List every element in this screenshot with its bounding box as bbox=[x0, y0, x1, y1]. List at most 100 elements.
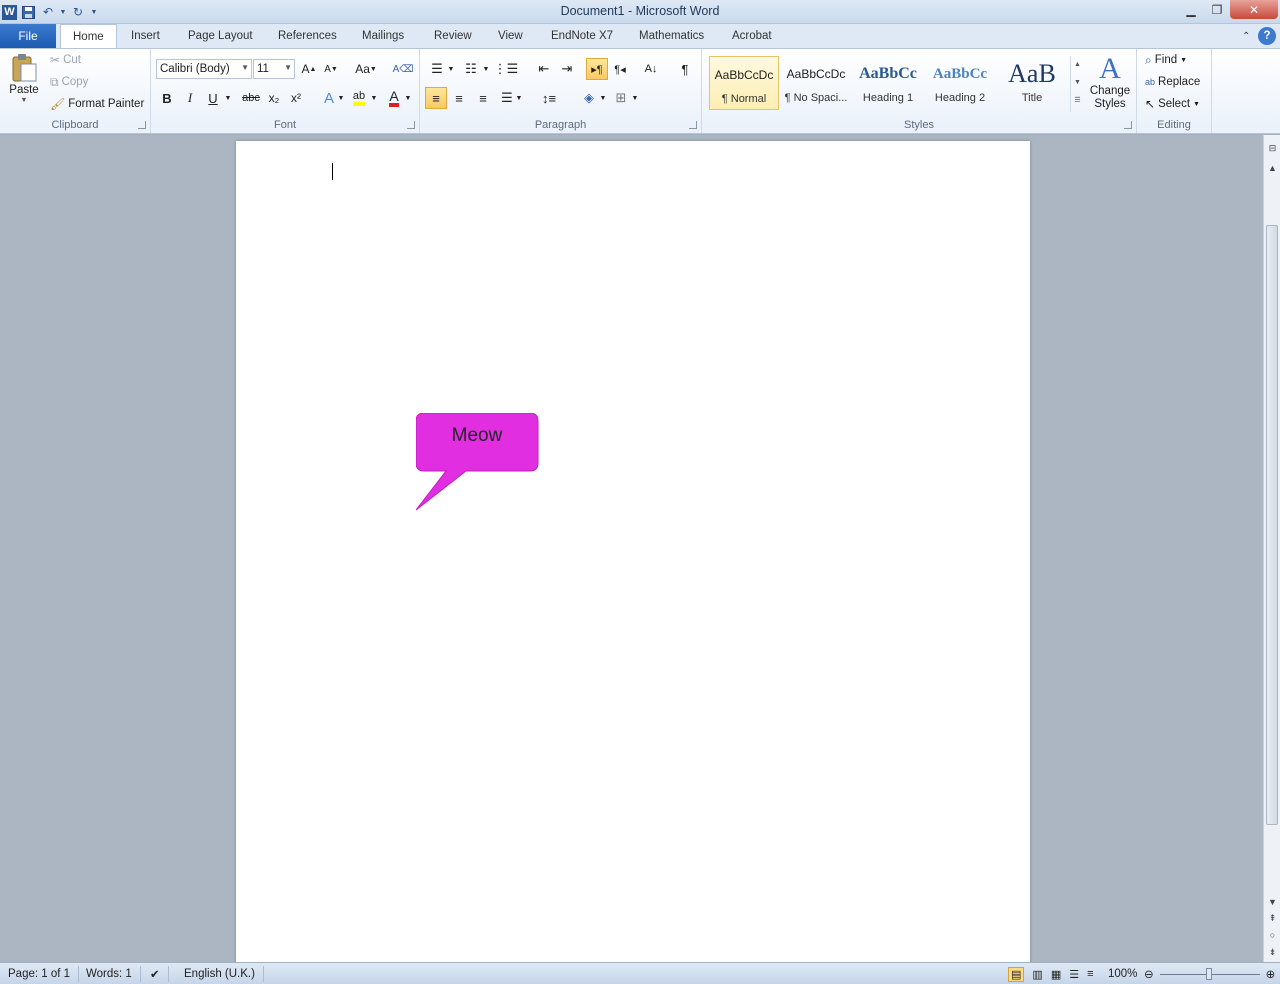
language-indicator[interactable]: English (U.K.) bbox=[184, 966, 264, 982]
subscript-button[interactable]: x₂ bbox=[263, 87, 285, 109]
paste-button[interactable]: Paste ▼ bbox=[6, 53, 42, 104]
align-center-icon[interactable]: ≡ bbox=[448, 87, 470, 109]
minimize-ribbon-icon[interactable]: ⌃ bbox=[1240, 24, 1252, 48]
page-count[interactable]: Page: 1 of 1 bbox=[8, 966, 80, 982]
copy-button[interactable]: ⧉ Copy bbox=[50, 76, 88, 88]
tab-insert[interactable]: Insert bbox=[129, 24, 162, 48]
underline-dropdown-icon[interactable]: ▼ bbox=[223, 87, 233, 109]
sort-icon[interactable]: A↓ bbox=[640, 58, 662, 80]
tab-page-layout[interactable]: Page Layout bbox=[186, 24, 255, 48]
tab-endnote[interactable]: EndNote X7 bbox=[549, 24, 615, 48]
tab-file[interactable]: File bbox=[0, 24, 56, 48]
styles-scroll-up-icon[interactable]: ▲ bbox=[1071, 56, 1084, 74]
shading-dropdown-icon[interactable]: ▼ bbox=[598, 87, 608, 109]
show-formatting-marks-icon[interactable]: ¶ bbox=[674, 58, 696, 80]
zoom-track[interactable] bbox=[1159, 967, 1260, 980]
scrollbar-thumb[interactable] bbox=[1266, 225, 1278, 825]
style-title[interactable]: AaB Title bbox=[997, 56, 1067, 110]
superscript-button[interactable]: x² bbox=[285, 87, 307, 109]
scroll-up-icon[interactable]: ▲ bbox=[1265, 161, 1280, 175]
paste-dropdown-icon[interactable]: ▼ bbox=[21, 97, 28, 104]
tab-mailings[interactable]: Mailings bbox=[360, 24, 406, 48]
borders-icon[interactable]: ⊞ bbox=[610, 87, 632, 109]
zoom-in-icon[interactable]: ⊕ bbox=[1266, 967, 1276, 981]
draft-icon[interactable]: ≡ bbox=[1087, 968, 1093, 980]
paragraph-launcher-icon[interactable] bbox=[689, 121, 697, 129]
proofing-icon[interactable]: ✔ bbox=[150, 966, 169, 982]
find-button[interactable]: ⌕ Find ▼ bbox=[1145, 54, 1187, 66]
increase-indent-icon[interactable]: ⇥ bbox=[556, 58, 578, 80]
close-button[interactable]: ✕ bbox=[1230, 0, 1278, 19]
styles-scroll-down-icon[interactable]: ▼ bbox=[1071, 74, 1084, 92]
vertical-scrollbar[interactable]: ⊟ ▲ ▼ ⇞ ○ ⇟ bbox=[1263, 135, 1280, 962]
right-to-left-icon[interactable]: ¶◂ bbox=[609, 58, 631, 80]
font-color-icon[interactable]: A bbox=[383, 87, 405, 109]
tab-review[interactable]: Review bbox=[432, 24, 474, 48]
format-painter-button[interactable]: 🖌 Format Painter bbox=[50, 98, 144, 110]
font-launcher-icon[interactable] bbox=[407, 121, 415, 129]
change-case-button[interactable]: Aa ▼ bbox=[351, 58, 381, 80]
numbering-icon[interactable]: ☷ bbox=[460, 58, 482, 80]
full-screen-reading-icon[interactable]: ▥ bbox=[1032, 968, 1042, 981]
web-layout-icon[interactable]: ▦ bbox=[1051, 968, 1061, 981]
font-size-combo[interactable]: 11 ▼ bbox=[253, 59, 295, 79]
highlight-icon[interactable]: ab bbox=[348, 87, 370, 109]
underline-button[interactable]: U bbox=[202, 87, 224, 109]
font-size-dropdown-icon[interactable]: ▼ bbox=[284, 63, 292, 72]
strikethrough-button[interactable]: abc bbox=[238, 87, 264, 109]
shrink-font-icon[interactable]: A ▼ bbox=[320, 58, 342, 80]
clear-formatting-icon[interactable]: A⌫ bbox=[392, 58, 414, 80]
tab-references[interactable]: References bbox=[276, 24, 339, 48]
document-page[interactable]: Meow bbox=[236, 141, 1030, 971]
styles-more-icon[interactable]: ☰ bbox=[1071, 92, 1084, 110]
word-count[interactable]: Words: 1 bbox=[86, 966, 141, 982]
borders-dropdown-icon[interactable]: ▼ bbox=[630, 87, 640, 109]
scroll-down-icon[interactable]: ▼ bbox=[1265, 895, 1280, 909]
numbering-dropdown-icon[interactable]: ▼ bbox=[481, 58, 491, 80]
left-to-right-icon[interactable]: ▸¶ bbox=[586, 58, 608, 80]
cut-button[interactable]: ✂ Cut bbox=[50, 54, 81, 66]
style-no-spacing[interactable]: AaBbCcDc ¶ No Spaci... bbox=[781, 56, 851, 110]
font-color-dropdown-icon[interactable]: ▼ bbox=[403, 87, 413, 109]
font-family-combo[interactable]: Calibri (Body) ▼ bbox=[156, 59, 252, 79]
select-dropdown-icon[interactable]: ▼ bbox=[1193, 101, 1200, 108]
print-layout-icon[interactable]: ▤ bbox=[1008, 966, 1025, 982]
clipboard-launcher-icon[interactable] bbox=[138, 121, 146, 129]
highlight-dropdown-icon[interactable]: ▼ bbox=[369, 87, 379, 109]
font-family-dropdown-icon[interactable]: ▼ bbox=[241, 63, 249, 72]
bullets-icon[interactable]: ☰ bbox=[426, 58, 448, 80]
help-icon[interactable]: ? bbox=[1258, 27, 1276, 45]
decrease-indent-icon[interactable]: ⇤ bbox=[533, 58, 555, 80]
justify-dropdown-icon[interactable]: ▼ bbox=[514, 87, 524, 109]
style-heading-2[interactable]: AaBbCc Heading 2 bbox=[925, 56, 995, 110]
tab-view[interactable]: View bbox=[496, 24, 525, 48]
italic-button[interactable]: I bbox=[179, 87, 201, 109]
ruler-toggle-icon[interactable]: ⊟ bbox=[1265, 141, 1280, 155]
select-button[interactable]: ↖ Select ▼ bbox=[1145, 98, 1200, 110]
next-page-icon[interactable]: ⇟ bbox=[1265, 945, 1280, 959]
outline-icon[interactable]: ☰ bbox=[1069, 968, 1079, 981]
zoom-level[interactable]: 100% bbox=[1108, 966, 1145, 982]
multilevel-list-icon[interactable]: ⋮☰ bbox=[494, 58, 519, 80]
style-heading-1[interactable]: AaBbCc Heading 1 bbox=[853, 56, 923, 110]
document-area[interactable]: Meow bbox=[0, 135, 1263, 971]
zoom-thumb[interactable] bbox=[1205, 967, 1212, 980]
speech-callout[interactable]: Meow bbox=[416, 413, 540, 513]
previous-page-icon[interactable]: ⇞ bbox=[1265, 911, 1280, 925]
shading-icon[interactable]: ◈ bbox=[578, 87, 600, 109]
line-spacing-icon[interactable]: ↕≡ bbox=[538, 87, 560, 109]
styles-launcher-icon[interactable] bbox=[1124, 121, 1132, 129]
change-styles-button[interactable]: A Change Styles bbox=[1088, 53, 1132, 111]
replace-button[interactable]: ab Replace bbox=[1145, 76, 1200, 88]
zoom-slider[interactable]: ⊖ ⊕ bbox=[1144, 966, 1280, 982]
align-left-icon[interactable]: ≡ bbox=[425, 87, 447, 109]
grow-font-icon[interactable]: A ▲ bbox=[298, 58, 320, 80]
minimize-button[interactable]: ▁ bbox=[1178, 0, 1204, 19]
find-dropdown-icon[interactable]: ▼ bbox=[1180, 57, 1187, 64]
select-browse-object-icon[interactable]: ○ bbox=[1265, 928, 1280, 942]
restore-button[interactable]: ❐ bbox=[1204, 0, 1230, 19]
text-effects-dropdown-icon[interactable]: ▼ bbox=[336, 87, 346, 109]
align-right-icon[interactable]: ≡ bbox=[472, 87, 494, 109]
callout-text[interactable]: Meow bbox=[416, 425, 538, 447]
bold-button[interactable]: B bbox=[156, 87, 178, 109]
